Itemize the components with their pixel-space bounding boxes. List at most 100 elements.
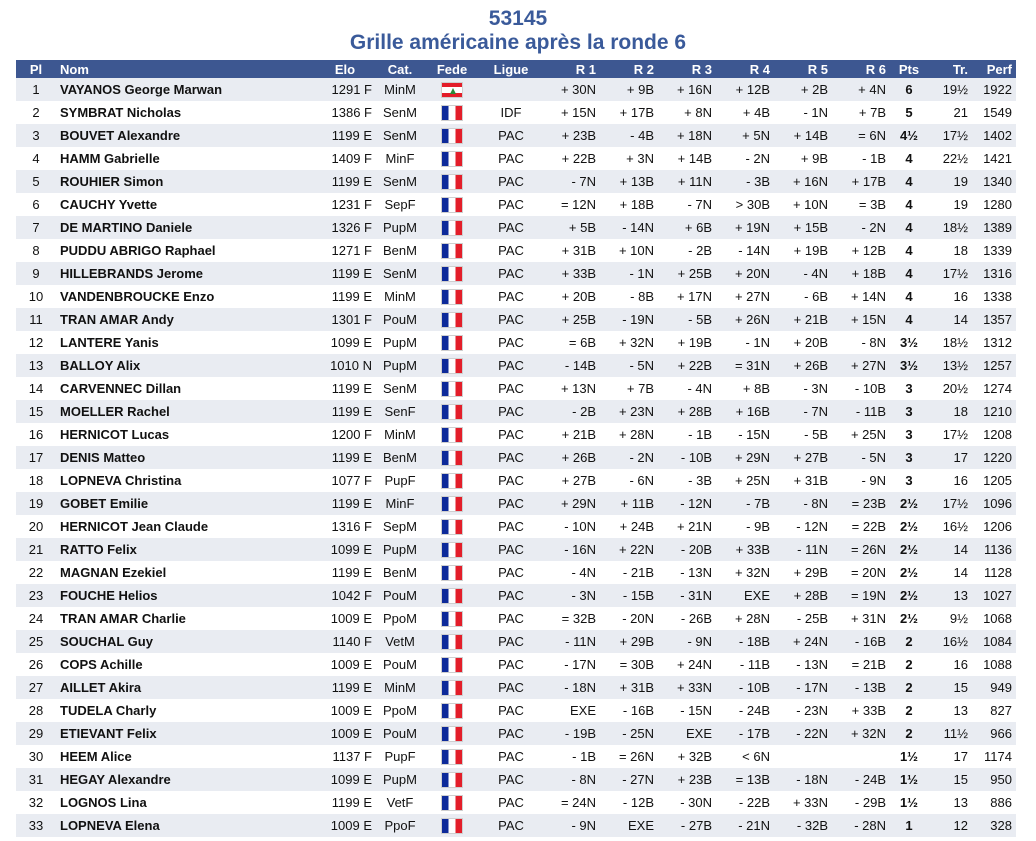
cell-player-name: HERNICOT Lucas [56, 423, 314, 446]
cell-league: PAC [480, 722, 542, 745]
page-header: 53145 Grille américaine après la ronde 6 [0, 0, 1036, 56]
cell-performance: 1096 [972, 492, 1016, 515]
col-header-tr: Tr. [928, 60, 972, 78]
cell-federation [424, 147, 480, 170]
cell-category: BenM [376, 561, 424, 584]
cell-category: SenM [376, 101, 424, 124]
col-header-r2: R 2 [600, 60, 658, 78]
cell-round-4: + 20N [716, 262, 774, 285]
cell-round-4: + 32N [716, 561, 774, 584]
cell-player-name: SOUCHAL Guy [56, 630, 314, 653]
cell-round-1: + 15N [542, 101, 600, 124]
cell-tiebreak: 13 [928, 699, 972, 722]
cell-round-3: - 27B [658, 814, 716, 837]
cell-round-4: + 5N [716, 124, 774, 147]
cell-round-3: + 21N [658, 515, 716, 538]
cell-round-1: + 31B [542, 239, 600, 262]
cell-player-name: PUDDU ABRIGO Raphael [56, 239, 314, 262]
col-header-r6: R 6 [832, 60, 890, 78]
cell-round-4: - 21N [716, 814, 774, 837]
france-flag-icon [441, 541, 463, 558]
cell-category: PupM [376, 331, 424, 354]
cell-round-1: - 3N [542, 584, 600, 607]
cell-round-1: - 2B [542, 400, 600, 423]
cell-performance: 1312 [972, 331, 1016, 354]
cell-performance: 1205 [972, 469, 1016, 492]
cell-federation [424, 630, 480, 653]
cell-round-2: + 24B [600, 515, 658, 538]
cell-player-name: DENIS Matteo [56, 446, 314, 469]
cell-round-3: - 20B [658, 538, 716, 561]
cell-federation [424, 354, 480, 377]
cell-round-2: + 11B [600, 492, 658, 515]
cell-round-3: - 5B [658, 308, 716, 331]
cell-round-1: - 8N [542, 768, 600, 791]
cell-performance: 328 [972, 814, 1016, 837]
cell-round-4: EXE [716, 584, 774, 607]
cell-elo: 1301 F [314, 308, 376, 331]
table-row: 15 MOELLER Rachel 1199 E SenF PAC - 2B + 23N + … [16, 400, 1016, 423]
cell-points: 3 [890, 446, 928, 469]
cell-player-name: ETIEVANT Felix [56, 722, 314, 745]
cell-performance: 886 [972, 791, 1016, 814]
cell-performance: 1220 [972, 446, 1016, 469]
cell-player-name: GOBET Emilie [56, 492, 314, 515]
table-row: 9 HILLEBRANDS Jerome 1199 E SenM PAC + 33B - 1… [16, 262, 1016, 285]
table-header-row: Pl Nom Elo Cat. Fede Ligue R 1 R 2 R 3 R… [16, 60, 1016, 78]
cell-round-5: + 33N [774, 791, 832, 814]
cell-league: PAC [480, 377, 542, 400]
cell-league: PAC [480, 768, 542, 791]
cell-tiebreak: 16 [928, 653, 972, 676]
cell-player-name: HERNICOT Jean Claude [56, 515, 314, 538]
france-flag-icon [441, 311, 463, 328]
cell-category: SenM [376, 262, 424, 285]
cell-tiebreak: 17 [928, 446, 972, 469]
cell-federation [424, 400, 480, 423]
cell-round-1: + 22B [542, 147, 600, 170]
cell-round-6: - 13B [832, 676, 890, 699]
cell-category: PpoF [376, 814, 424, 837]
cell-federation [424, 193, 480, 216]
cell-category: PupM [376, 538, 424, 561]
cell-category: PouM [376, 653, 424, 676]
cell-player-name: LOPNEVA Elena [56, 814, 314, 837]
cell-category: BenM [376, 239, 424, 262]
cell-round-2: = 30B [600, 653, 658, 676]
cell-round-2: + 22N [600, 538, 658, 561]
cell-place: 7 [16, 216, 56, 239]
cell-place: 33 [16, 814, 56, 837]
cell-round-5: + 14B [774, 124, 832, 147]
table-row: 4 HAMM Gabrielle 1409 F MinF PAC + 22B + 3N + 1… [16, 147, 1016, 170]
col-header-r3: R 3 [658, 60, 716, 78]
cell-place: 31 [16, 768, 56, 791]
cell-place: 22 [16, 561, 56, 584]
cell-round-6: - 16B [832, 630, 890, 653]
cell-round-6: + 18B [832, 262, 890, 285]
cell-points: 5 [890, 101, 928, 124]
cell-player-name: LOPNEVA Christina [56, 469, 314, 492]
cell-player-name: HAMM Gabrielle [56, 147, 314, 170]
cell-place: 6 [16, 193, 56, 216]
cell-league: PAC [480, 423, 542, 446]
table-row: 18 LOPNEVA Christina 1077 F PupF PAC + 27B - 6… [16, 469, 1016, 492]
cell-round-3: + 28B [658, 400, 716, 423]
cell-points: 1½ [890, 768, 928, 791]
table-row: 28 TUDELA Charly 1009 E PpoM PAC EXE - 16B - 15… [16, 699, 1016, 722]
cell-league: PAC [480, 653, 542, 676]
cell-round-1: - 11N [542, 630, 600, 653]
france-flag-icon [441, 288, 463, 305]
cell-tiebreak: 18 [928, 239, 972, 262]
cell-points: 2½ [890, 561, 928, 584]
cell-tiebreak: 17½ [928, 262, 972, 285]
cell-elo: 1199 E [314, 285, 376, 308]
col-header-ligue: Ligue [480, 60, 542, 78]
cell-round-6: - 10B [832, 377, 890, 400]
cell-place: 25 [16, 630, 56, 653]
cell-round-3: - 2B [658, 239, 716, 262]
cell-performance: 1174 [972, 745, 1016, 768]
cell-federation [424, 216, 480, 239]
cell-tiebreak: 14 [928, 538, 972, 561]
cell-league: PAC [480, 446, 542, 469]
cell-league: PAC [480, 400, 542, 423]
cell-round-2: - 14N [600, 216, 658, 239]
